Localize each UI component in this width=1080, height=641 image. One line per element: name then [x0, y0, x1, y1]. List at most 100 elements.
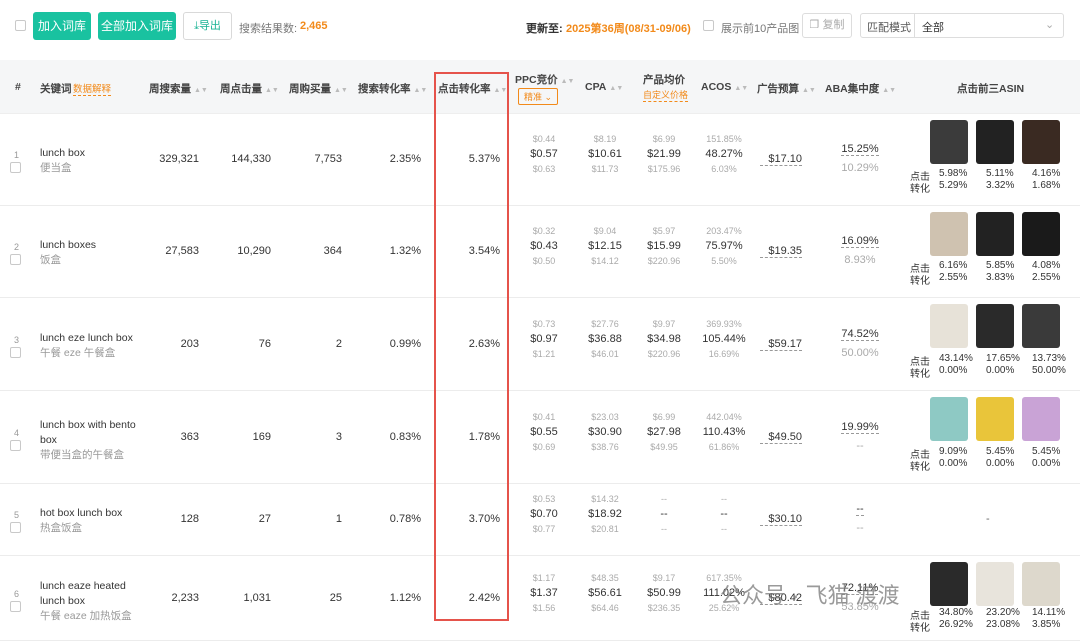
product-thumbnail[interactable]: [1022, 397, 1060, 441]
keyword-text[interactable]: lunch eze lunch box: [40, 331, 150, 346]
col-weekly-buy[interactable]: 周购买量 ▲▼: [289, 81, 348, 96]
keyword-translation: 午餐 eze 午餐盒: [40, 346, 116, 359]
keyword-text[interactable]: lunch box with bento box: [40, 418, 150, 448]
keyword-text[interactable]: hot box lunch box: [40, 506, 150, 521]
product-thumbnail[interactable]: [1022, 304, 1060, 348]
row-checkbox[interactable]: [10, 162, 21, 173]
table-row: 1 lunch box 便当盒 329,321 144,330 7,753 2.35% 5.3…: [0, 114, 1080, 206]
ppc-mode-select[interactable]: 精准 ⌄: [518, 88, 559, 105]
row-index: 1: [14, 150, 20, 160]
keyword-cell[interactable]: lunch boxes 饭盒: [40, 238, 150, 268]
product-thumbnail[interactable]: [1022, 212, 1060, 256]
acos-range-mid: 48.27%: [705, 148, 743, 160]
avg-price-range-high: $175.96: [647, 164, 681, 174]
product-thumbnail[interactable]: [930, 562, 968, 606]
avg-price-range-mid: $27.98: [647, 425, 681, 438]
product-thumbnail[interactable]: [1022, 562, 1060, 606]
keyword-text[interactable]: lunch box: [40, 146, 150, 161]
add-all-to-library-button[interactable]: 全部加入词库: [98, 12, 176, 40]
keyword-cell[interactable]: lunch box 便当盒: [40, 146, 150, 176]
cpa-range: $27.76 $36.88 $46.01: [575, 319, 635, 359]
click-share: 5.11%: [986, 168, 1014, 179]
conv-share: 3.32%: [986, 180, 1015, 191]
aba-concentration: 19.99% --: [830, 421, 890, 452]
top3-products: [930, 562, 1060, 606]
result-count: 2,465: [300, 20, 328, 32]
avg-price-range-low: --: [661, 494, 667, 504]
keyword-cell[interactable]: lunch box with bento box 带便当盒的午餐盒: [40, 418, 150, 463]
col-acos[interactable]: ACOS ▲▼: [701, 81, 748, 93]
avg-price-range: $6.99 $21.99 $175.96: [634, 134, 694, 174]
col-ad-budget[interactable]: 广告预算 ▲▼: [757, 81, 816, 96]
col-search-cvr[interactable]: 搜索转化率 ▲▼: [358, 81, 427, 96]
product-thumbnail[interactable]: [976, 304, 1014, 348]
row-checkbox[interactable]: [10, 600, 21, 612]
click-cvr-value: 3.54%: [468, 245, 500, 257]
product-thumbnail[interactable]: [930, 304, 968, 348]
cpa-range: $9.04 $12.15 $14.12: [575, 226, 635, 266]
col-ppc[interactable]: PPC竞价 ▲▼: [515, 72, 574, 87]
match-mode-select[interactable]: 匹配模式 全部 ⌄: [860, 13, 1064, 38]
aba-secondary: 10.29%: [841, 162, 879, 174]
col-click-cvr[interactable]: 点击转化率 ▲▼: [438, 81, 507, 96]
weekly-click-value: 27: [258, 513, 271, 525]
product-thumbnail[interactable]: [930, 212, 968, 256]
product-thumbnail[interactable]: [976, 212, 1014, 256]
search-cvr-value: 1.12%: [389, 591, 421, 604]
search-cvr-value: 0.99%: [389, 337, 421, 350]
product-thumbnail[interactable]: [930, 120, 968, 164]
acos-range-low: 442.04%: [706, 411, 742, 422]
col-weekly-click[interactable]: 周点击量 ▲▼: [220, 81, 279, 96]
custom-price-link[interactable]: 自定义价格: [643, 88, 689, 102]
export-button[interactable]: ⤓导出: [183, 12, 232, 40]
row-checkbox[interactable]: [10, 439, 21, 451]
row-checkbox[interactable]: [10, 522, 21, 533]
sort-icon: ▲▼: [265, 87, 279, 94]
keyword-text[interactable]: lunch eaze heated lunch box: [40, 579, 150, 609]
avg-price-range-low: $6.99: [652, 411, 676, 422]
add-to-library-button[interactable]: 加入词库: [33, 12, 91, 40]
ppc-range-mid: $0.97: [530, 332, 558, 345]
ppc-range-low: $0.73: [532, 318, 556, 329]
select-all-checkbox[interactable]: [15, 20, 26, 31]
keyword-text[interactable]: lunch boxes: [40, 238, 150, 253]
keyword-translation: 便当盒: [40, 162, 72, 174]
cpa-range-mid: $56.61: [588, 586, 622, 599]
product-thumbnail[interactable]: [976, 562, 1014, 606]
row-checkbox[interactable]: [10, 254, 21, 265]
cpa-range-mid: $18.92: [588, 508, 622, 520]
product-thumbnail[interactable]: [976, 120, 1014, 164]
keyword-cell[interactable]: lunch eaze heated lunch box 午餐 eaze 加热饭盒: [40, 579, 150, 624]
ad-budget-value: $17.10: [760, 153, 802, 166]
avg-price-range-low: $5.97: [652, 226, 676, 236]
show-top10-checkbox[interactable]: [703, 20, 714, 31]
product-thumbnail[interactable]: [1022, 120, 1060, 164]
top3-empty: -: [986, 513, 990, 525]
acos-range-low: 151.85%: [706, 134, 742, 144]
row-checkbox[interactable]: [10, 346, 21, 358]
col-cpa[interactable]: CPA ▲▼: [585, 81, 623, 93]
ppc-range: $0.53 $0.70 $0.77: [514, 494, 574, 534]
col-weekly-search[interactable]: 周搜索量 ▲▼: [149, 81, 208, 96]
avg-price-range-mid: $15.99: [647, 240, 681, 252]
cpa-range-mid: $10.61: [588, 148, 622, 160]
weekly-search-value: 329,321: [159, 153, 199, 165]
copy-button[interactable]: ❐ 复制: [802, 13, 852, 38]
table-row: 3 lunch eze lunch box 午餐 eze 午餐盒 203 76 2 0.99…: [0, 298, 1080, 391]
click-share: 5.98%: [939, 168, 968, 179]
keyword-cell[interactable]: hot box lunch box 热盒饭盒: [40, 506, 150, 536]
conv-share: 3.83%: [986, 272, 1015, 283]
ad-budget-value: $59.17: [760, 338, 802, 351]
conv-share: 3.85%: [1032, 618, 1061, 630]
keyword-cell[interactable]: lunch eze lunch box 午餐 eze 午餐盒: [40, 331, 150, 361]
ppc-range-high: $1.21: [532, 348, 556, 359]
col-avg-price: 产品均价: [643, 74, 685, 86]
cpa-range-high: $64.46: [591, 602, 619, 613]
cpa-range-low: $27.76: [591, 318, 619, 329]
data-explain-link[interactable]: 数据解释: [73, 81, 112, 96]
product-thumbnail[interactable]: [930, 397, 968, 441]
product-thumbnail[interactable]: [976, 397, 1014, 441]
col-aba[interactable]: ABA集中度 ▲▼: [825, 81, 896, 96]
table-row: 5 hot box lunch box 热盒饭盒 128 27 1 0.78% 3.70% $0…: [0, 484, 1080, 556]
keyword-translation: 带便当盒的午餐盒: [40, 448, 124, 461]
